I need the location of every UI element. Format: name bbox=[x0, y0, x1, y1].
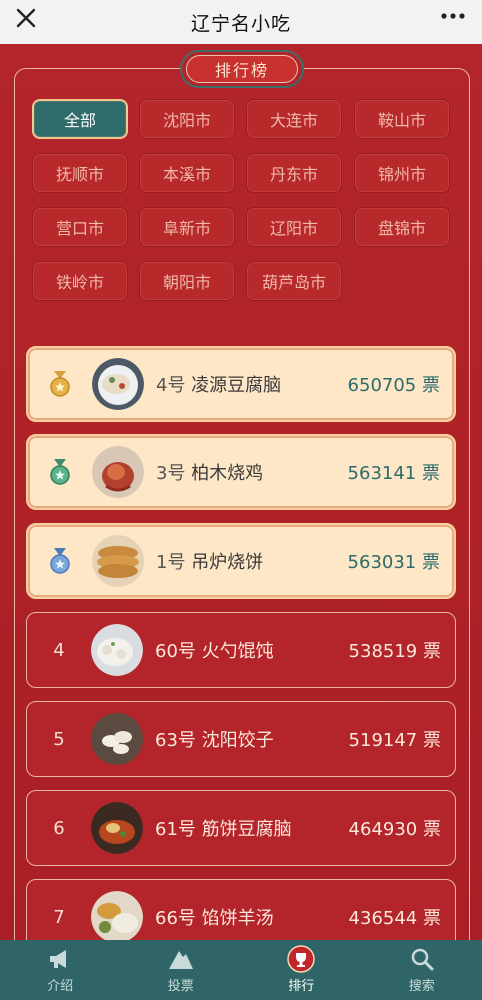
food-name: 凌源豆腐脑 bbox=[191, 375, 282, 396]
vote-unit: 票 bbox=[423, 641, 441, 662]
city-chip[interactable]: 鞍山市 bbox=[354, 99, 450, 139]
nav-label: 搜索 bbox=[408, 979, 435, 994]
city-chip[interactable]: 营口市 bbox=[32, 207, 128, 247]
vote-unit: 票 bbox=[422, 463, 440, 484]
page-title: 辽宁名小吃 bbox=[190, 12, 291, 35]
entry-number: 61号 bbox=[155, 819, 196, 840]
city-chip[interactable]: 辽阳市 bbox=[246, 207, 342, 247]
bottom-nav: 介绍 投票 排行 搜索 bbox=[0, 940, 482, 1000]
vote-count: 650705 bbox=[347, 375, 417, 396]
ranking-row[interactable]: 5 63号 沈阳饺子 519147 票 bbox=[26, 701, 456, 777]
more-icon[interactable] bbox=[438, 4, 468, 28]
nav-item-intro[interactable]: 介绍 bbox=[0, 940, 121, 1000]
vote-unit: 票 bbox=[423, 908, 441, 929]
vote-count: 464930 bbox=[348, 819, 418, 840]
entry-number: 4号 bbox=[156, 375, 186, 396]
vote-unit: 票 bbox=[423, 819, 441, 840]
food-name: 吊炉烧饼 bbox=[191, 552, 264, 573]
title-bar: 辽宁名小吃 bbox=[0, 0, 482, 44]
food-name: 沈阳饺子 bbox=[201, 730, 274, 751]
nav-label: 介绍 bbox=[47, 979, 74, 994]
ranking-header-tag: 排行榜 bbox=[180, 50, 304, 88]
close-icon[interactable] bbox=[12, 4, 40, 32]
vote-count: 563141 bbox=[347, 463, 417, 484]
vote-count: 519147 bbox=[348, 730, 418, 751]
entry-number: 63号 bbox=[155, 730, 196, 751]
vote-count: 436544 bbox=[348, 908, 418, 929]
food-name: 筋饼豆腐脑 bbox=[201, 819, 292, 840]
nav-item-ranking[interactable]: 排行 bbox=[241, 940, 362, 1000]
city-chip-all[interactable]: 全部 bbox=[32, 99, 128, 139]
food-thumbnail bbox=[91, 713, 143, 765]
city-chip[interactable]: 盘锦市 bbox=[354, 207, 450, 247]
mountain-icon bbox=[168, 951, 193, 969]
nav-label: 投票 bbox=[167, 979, 194, 994]
rank-number: 6 bbox=[53, 817, 65, 839]
vote-unit: 票 bbox=[422, 375, 440, 396]
gold-medal-icon bbox=[50, 371, 70, 397]
food-name: 馅饼羊汤 bbox=[201, 908, 274, 929]
food-thumbnail bbox=[92, 446, 144, 498]
vote-count: 538519 bbox=[348, 641, 418, 662]
ranking-row[interactable]: 3号 柏木烧鸡 563141 票 bbox=[26, 434, 456, 510]
entry-number: 66号 bbox=[155, 908, 196, 929]
nav-item-search[interactable]: 搜索 bbox=[362, 940, 482, 1000]
bronze-medal-icon bbox=[50, 548, 70, 574]
nav-item-vote[interactable]: 投票 bbox=[121, 940, 242, 1000]
entry-number: 60号 bbox=[155, 641, 196, 662]
ranking-row[interactable]: 6 61号 筋饼豆腐脑 464930 票 bbox=[26, 790, 456, 866]
ranking-row[interactable]: 4 60号 火勺馄饨 538519 票 bbox=[26, 612, 456, 688]
vote-count: 563031 bbox=[347, 552, 417, 573]
food-thumbnail bbox=[92, 535, 144, 587]
city-chip[interactable]: 沈阳市 bbox=[139, 99, 235, 139]
city-chip[interactable]: 铁岭市 bbox=[32, 261, 128, 301]
food-thumbnail bbox=[91, 624, 143, 676]
rank-number: 5 bbox=[53, 728, 65, 750]
search-icon bbox=[411, 948, 434, 971]
silver-medal-icon bbox=[50, 459, 70, 485]
entry-number: 1号 bbox=[156, 552, 186, 573]
ranking-row[interactable]: 4号 凌源豆腐脑 650705 票 bbox=[26, 346, 456, 422]
city-chip[interactable]: 葫芦岛市 bbox=[246, 261, 342, 301]
food-thumbnail bbox=[92, 358, 144, 410]
food-thumbnail bbox=[91, 891, 143, 943]
rank-number: 7 bbox=[53, 906, 65, 928]
food-thumbnail bbox=[91, 802, 143, 854]
city-chip[interactable]: 本溪市 bbox=[139, 153, 235, 193]
food-name: 柏木烧鸡 bbox=[191, 463, 264, 484]
ranking-row[interactable]: 1号 吊炉烧饼 563031 票 bbox=[26, 523, 456, 599]
vote-unit: 票 bbox=[422, 552, 440, 573]
city-chip[interactable]: 朝阳市 bbox=[139, 261, 235, 301]
ranking-label: 排行榜 bbox=[186, 55, 298, 83]
main-content: 排行榜 全部 沈阳市 大连市 鞍山市 抚顺市 本溪市 丹东市 锦州市 营口市 阜… bbox=[0, 44, 482, 968]
city-chip[interactable]: 丹东市 bbox=[246, 153, 342, 193]
city-chip[interactable]: 大连市 bbox=[246, 99, 342, 139]
trophy-icon bbox=[287, 945, 315, 973]
food-name: 火勺馄饨 bbox=[201, 641, 274, 662]
entry-number: 3号 bbox=[156, 463, 186, 484]
megaphone-icon bbox=[50, 950, 67, 968]
rank-number: 4 bbox=[53, 639, 65, 661]
city-chip[interactable]: 抚顺市 bbox=[32, 153, 128, 193]
city-chip[interactable]: 阜新市 bbox=[139, 207, 235, 247]
vote-unit: 票 bbox=[423, 730, 441, 751]
city-chip[interactable]: 锦州市 bbox=[354, 153, 450, 193]
nav-label: 排行 bbox=[288, 979, 315, 994]
